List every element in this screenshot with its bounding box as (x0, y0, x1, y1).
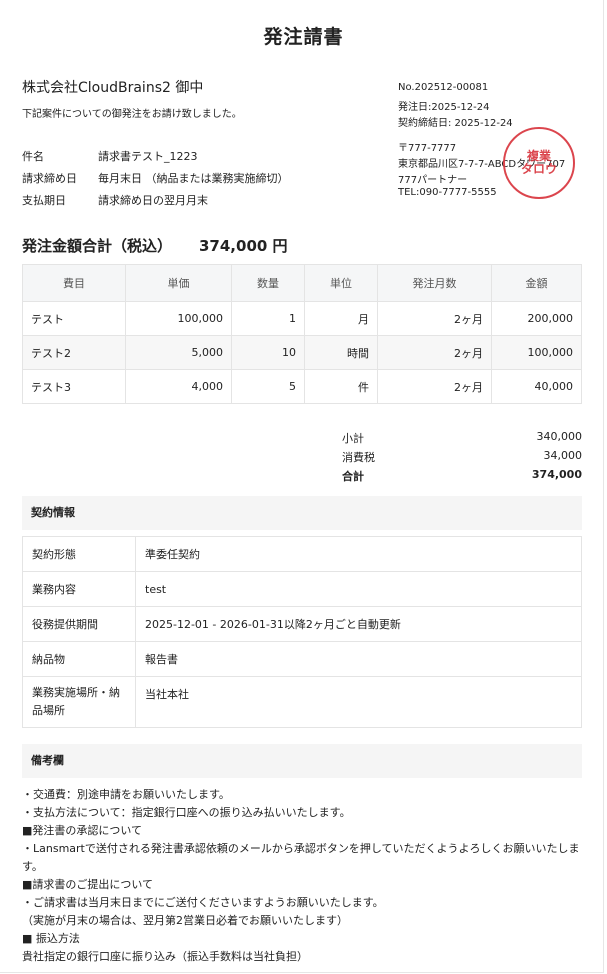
contract-value: 報告書 (135, 641, 582, 677)
table-row: テスト 100,000 1 月 2ヶ月 200,000 (22, 301, 582, 336)
col-header-unit: 単位 (304, 264, 378, 302)
contract-key: 業務実施場所・納品場所 (22, 676, 136, 728)
client-name: 株式会社CloudBrains2 御中 (22, 80, 204, 96)
cell-item: テスト3 (22, 369, 126, 404)
cell-item: テスト2 (22, 335, 126, 370)
items-header-row: 費目 単価 数量 単位 発注月数 金額 (22, 264, 582, 302)
table-row: テスト2 5,000 10 時間 2ヶ月 100,000 (22, 335, 582, 370)
col-header-item: 費目 (22, 264, 126, 302)
subtotal-value: 340,000 (536, 430, 583, 443)
contract-value: 2025-12-01 - 2026-01-31以降2ヶ月ごと自動更新 (135, 606, 582, 642)
contract-date: 契約締結日: 2025-12-24 (398, 118, 513, 129)
contract-value: 準委任契約 (135, 536, 582, 572)
contract-key: 業務内容 (22, 571, 136, 607)
cell-quantity: 5 (231, 369, 305, 404)
contract-key: 納品物 (22, 641, 136, 677)
remarks-line: 貴社指定の銀行口座に振り込み（振込手数料は当社負担） (22, 950, 308, 963)
remarks-line: ・ご請求書は当月末日までにご送付くださいますようお願いいたします。 (22, 896, 384, 909)
intro-text: 下記案件についての御発注をお請け致しました。 (22, 109, 242, 120)
cell-months: 2ヶ月 (377, 369, 492, 404)
seal-stamp: 複業 タロウ (503, 127, 575, 199)
col-header-quantity: 数量 (231, 264, 305, 302)
vendor-tel: TEL:090-7777-5555 (398, 187, 497, 198)
contract-key: 契約形態 (22, 536, 136, 572)
stamp-line-2: タロウ (520, 162, 557, 176)
grand-total-label: 合計 (342, 470, 364, 483)
col-header-months: 発注月数 (377, 264, 492, 302)
cell-unit: 時間 (304, 335, 378, 370)
grand-total-value: 374,000 (531, 468, 582, 481)
order-total-label: 発注金額合計（税込） (22, 237, 173, 255)
remarks-line: （実施が月末の場合は、翌月第2営業日必着でお願いいたします） (22, 914, 348, 927)
remarks-line: ■発注書の承認について (22, 824, 143, 837)
cell-quantity: 10 (231, 335, 305, 370)
table-row: 業務内容 test (22, 571, 582, 607)
info-label-due: 支払期日 (22, 194, 66, 207)
info-value-closing: 毎月末日 （納品または業務実施締切） (98, 172, 289, 185)
remarks-line: ・交通費：別途申請をお願いいたします。 (22, 788, 230, 801)
table-row: 契約形態 準委任契約 (22, 536, 582, 572)
items-table: 費目 単価 数量 単位 発注月数 金額 テスト 100,000 1 月 2ヶ月 … (22, 264, 582, 404)
tax-label: 消費税 (342, 451, 375, 464)
cell-amount: 200,000 (491, 301, 582, 336)
cell-quantity: 1 (231, 301, 305, 336)
remarks-section-heading: 備考欄 (22, 744, 582, 778)
info-label-closing: 請求締め日 (22, 172, 77, 185)
cell-amount: 40,000 (491, 369, 582, 404)
remarks-line: ・Lansmartで送付される発注書承認依頼のメールから承認ボタンを押していただ… (22, 842, 580, 873)
contract-table: 契約形態 準委任契約 業務内容 test 役務提供期間 2025-12-01 -… (22, 536, 582, 728)
cell-months: 2ヶ月 (377, 335, 492, 370)
document-title: 発注請書 (263, 26, 344, 48)
order-total-value: 374,000 円 (199, 237, 288, 255)
document-number: No.202512-00081 (398, 82, 489, 93)
col-header-amount: 金額 (491, 264, 582, 302)
tax-value: 34,000 (543, 449, 583, 462)
cell-unit: 件 (304, 369, 378, 404)
cell-months: 2ヶ月 (377, 301, 492, 336)
remarks-line: ■ 振込方法 (22, 932, 80, 945)
table-row: テスト3 4,000 5 件 2ヶ月 40,000 (22, 369, 582, 404)
remarks-body: ・交通費：別途申請をお願いいたします。 ・支払方法について：指定銀行口座への振り… (22, 786, 582, 966)
table-row: 納品物 報告書 (22, 641, 582, 677)
contract-value: test (135, 571, 582, 607)
cell-amount: 100,000 (491, 335, 582, 370)
subtotal-label: 小計 (342, 432, 364, 445)
cell-item: テスト (22, 301, 126, 336)
contract-section-heading: 契約情報 (22, 496, 582, 530)
table-row: 業務実施場所・納品場所 当社本社 (22, 676, 582, 728)
order-date: 発注日:2025-12-24 (398, 102, 490, 113)
info-label-subject: 件名 (22, 150, 44, 163)
table-row: 役務提供期間 2025-12-01 - 2026-01-31以降2ヶ月ごと自動更… (22, 606, 582, 642)
contract-value: 当社本社 (135, 676, 582, 728)
cell-unit: 月 (304, 301, 378, 336)
vendor-company: 777パートナー (398, 175, 468, 186)
postal-code: 〒777-7777 (398, 143, 457, 154)
contract-key: 役務提供期間 (22, 606, 136, 642)
info-value-subject: 請求書テスト_1223 (98, 150, 198, 163)
cell-unit-price: 100,000 (125, 301, 232, 336)
cell-unit-price: 5,000 (125, 335, 232, 370)
remarks-line: ■請求書のご提出について (22, 878, 154, 891)
remarks-line: ・支払方法について：指定銀行口座への振り込み払いいたします。 (22, 806, 351, 819)
info-value-due: 請求締め日の翌月月末 (98, 194, 208, 207)
col-header-unit-price: 単価 (125, 264, 232, 302)
cell-unit-price: 4,000 (125, 369, 232, 404)
